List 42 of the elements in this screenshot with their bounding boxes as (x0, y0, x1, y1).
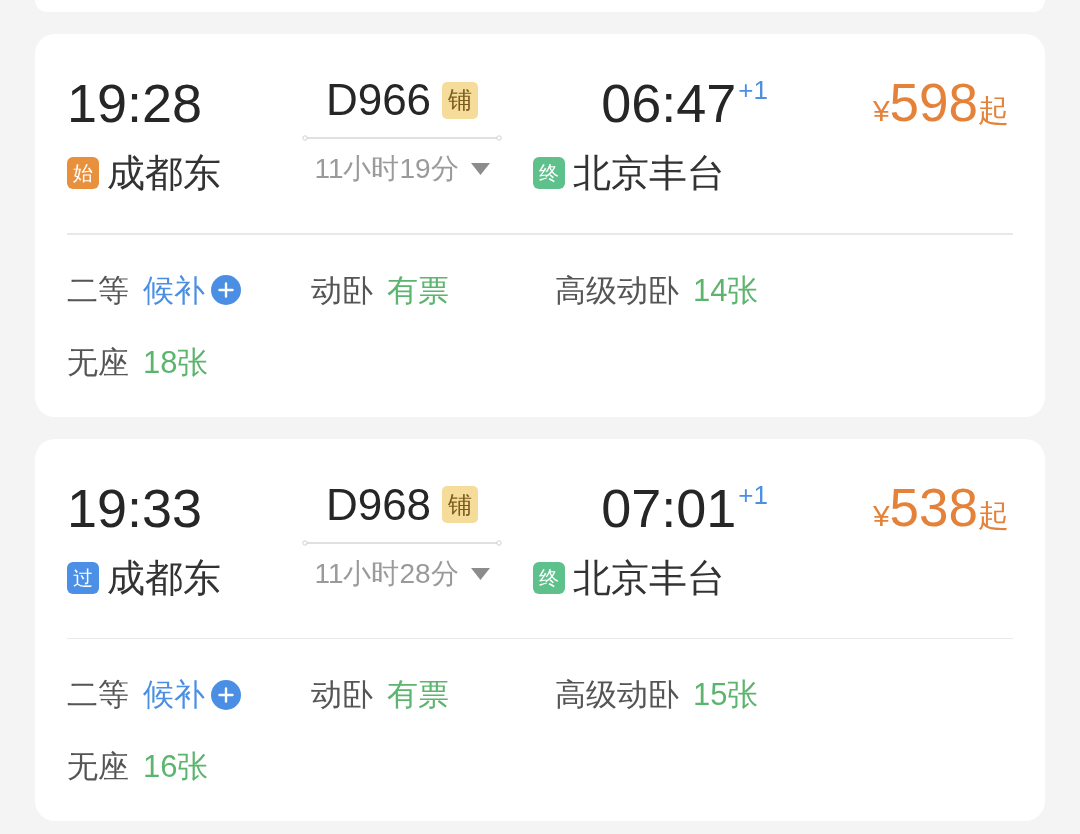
arrival-time: 06:47 (601, 76, 737, 130)
arrival-time: 07:01 (601, 480, 737, 535)
station-tag: 始 (67, 157, 99, 189)
price: ¥598起 (872, 76, 1009, 129)
departure-time: 19:33 (67, 480, 204, 535)
seat-class: 高级动卧 (555, 274, 679, 306)
station-name: 北京丰台 (573, 154, 725, 192)
seat-class: 无座 (67, 751, 129, 782)
station-tag: 终 (533, 561, 565, 594)
caret-down-icon (470, 567, 490, 580)
train-number: D968 (325, 482, 432, 527)
station-tag: 过 (67, 561, 99, 594)
seat-class: 无座 (67, 346, 129, 378)
seat-class: 高级动卧 (555, 679, 679, 710)
seat-class: 动卧 (311, 274, 373, 306)
seat-availability[interactable]: 候补 (143, 274, 205, 306)
plus-circle-icon[interactable] (211, 679, 241, 710)
duration-button[interactable]: 11小时19分 (314, 155, 490, 183)
seat-class: 二等 (67, 274, 129, 306)
plus-circle-icon[interactable] (211, 275, 241, 305)
departure-time: 19:28 (67, 76, 204, 130)
duration-button[interactable]: 11小时28分 (314, 559, 490, 588)
caret-down-icon (470, 163, 490, 175)
seat-availability: 有票 (387, 679, 449, 710)
day-offset: +1 (738, 77, 768, 103)
train-number: D966 (325, 78, 432, 122)
seat-availability: 16张 (143, 751, 209, 782)
seat-class: 动卧 (311, 679, 373, 710)
station-name: 成都东 (107, 558, 221, 597)
seat-availability: 15张 (693, 679, 759, 710)
station-name: 北京丰台 (573, 558, 725, 597)
price: ¥538起 (872, 480, 1009, 534)
station-tag: 终 (533, 157, 565, 189)
seat-availability: 18张 (143, 346, 209, 378)
berth-tag: 铺 (442, 486, 479, 523)
station-name: 成都东 (107, 154, 221, 192)
day-offset: +1 (738, 481, 768, 508)
berth-tag: 铺 (442, 81, 479, 119)
seat-availability: 有票 (387, 274, 449, 306)
seat-class: 二等 (67, 679, 129, 710)
seat-availability: 14张 (693, 274, 759, 306)
seat-availability[interactable]: 候补 (143, 679, 205, 710)
